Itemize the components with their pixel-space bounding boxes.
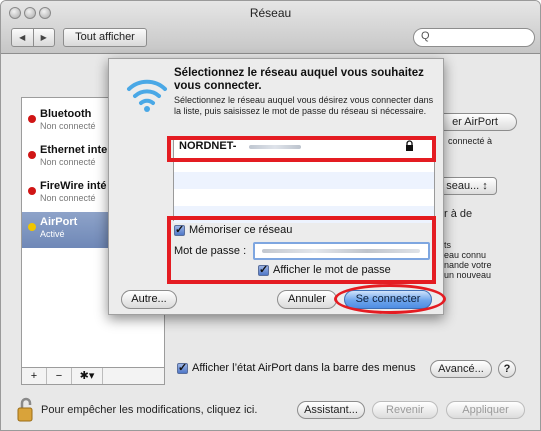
service-status: Non connecté (40, 121, 96, 131)
status-disconnected-icon (28, 151, 36, 159)
dialog-title: Sélectionnez le réseau auquel vous souha… (174, 67, 424, 92)
show-password-checkbox[interactable] (258, 263, 269, 276)
remove-service-button[interactable]: − (47, 368, 72, 384)
info-line: ts (444, 240, 452, 250)
apply-button[interactable]: Appliquer (446, 401, 525, 419)
assistant-button[interactable]: Assistant... (297, 401, 365, 419)
cancel-button[interactable]: Annuler (277, 290, 337, 309)
connected-text-fragment: connecté à (448, 136, 493, 146)
turn-off-airport-button[interactable]: er AirPort (433, 113, 517, 131)
advanced-button[interactable]: Avancé... (430, 360, 492, 378)
info-line: eau connu (444, 250, 487, 260)
back-arrow-icon[interactable]: ◀ (12, 29, 33, 46)
revert-button[interactable]: Revenir (372, 401, 438, 419)
add-service-button[interactable]: + (22, 368, 47, 384)
network-preferences-window: Réseau ◀ ▶ Tout afficher Q Bluetooth Non… (0, 0, 541, 431)
lock-description: Pour empêcher les modifications, cliquez… (41, 404, 258, 416)
search-field[interactable]: Q (413, 28, 535, 47)
password-label: Mot de passe : (174, 245, 247, 257)
show-airport-status-checkbox[interactable] (177, 361, 188, 374)
password-value-redacted (262, 249, 420, 253)
network-row-nordnet[interactable]: NORDNET- (174, 138, 434, 155)
service-name: Ethernet inte (40, 144, 108, 156)
network-name: NORDNET- (179, 140, 237, 152)
status-disconnected-icon (28, 187, 36, 195)
lock-icon[interactable] (17, 397, 35, 423)
network-row-empty (174, 172, 434, 189)
service-status: Activé (40, 229, 65, 239)
info-line: nande votre (444, 260, 492, 270)
service-name: AirPort (40, 216, 78, 228)
service-status: Non connecté (40, 157, 96, 167)
service-status: Non connecté (40, 193, 96, 203)
show-all-button[interactable]: Tout afficher (63, 28, 147, 47)
popup-arrows-icon: ↕ (482, 180, 488, 192)
status-disconnected-icon (28, 115, 36, 123)
dialog-instructions: Sélectionnez le réseau auquel vous désir… (174, 95, 434, 116)
other-button[interactable]: Autre... (121, 290, 177, 309)
ask-to-join-fragment: r à de (444, 208, 473, 220)
status-active-icon (28, 223, 36, 231)
window-title: Réseau (249, 6, 292, 20)
service-name: Bluetooth (40, 108, 92, 120)
lock-icon (406, 140, 413, 151)
show-password-label: Afficher le mot de passe (273, 264, 391, 276)
network-list: NORDNET- (173, 137, 435, 223)
network-name-popup[interactable]: seau... ↕ (437, 177, 497, 195)
password-field[interactable] (253, 242, 430, 260)
service-name: FireWire inté (40, 180, 107, 192)
remember-network-label: Mémoriser ce réseau (189, 224, 293, 236)
search-icon: Q (421, 30, 430, 42)
service-list-toolbar: + − ✱▾ (21, 367, 165, 385)
network-name-redacted (249, 145, 301, 149)
forward-arrow-icon[interactable]: ▶ (32, 29, 55, 46)
network-popup-label: seau... (446, 180, 480, 192)
remember-network-checkbox[interactable] (174, 223, 185, 236)
show-airport-status-label: Afficher l’état AirPort dans la barre de… (192, 362, 416, 374)
info-line: un nouveau (444, 270, 492, 280)
wifi-icon (127, 79, 167, 112)
network-row-empty (174, 206, 434, 223)
title-bar: Réseau ◀ ▶ Tout afficher Q (1, 1, 540, 54)
connect-button[interactable]: Se connecter (344, 290, 432, 309)
help-button[interactable]: ? (498, 360, 516, 378)
back-forward-control: ◀ ▶ (11, 28, 55, 47)
join-network-dialog: Sélectionnez le réseau auquel vous souha… (108, 58, 444, 315)
gear-icon[interactable]: ✱▾ (72, 368, 103, 384)
